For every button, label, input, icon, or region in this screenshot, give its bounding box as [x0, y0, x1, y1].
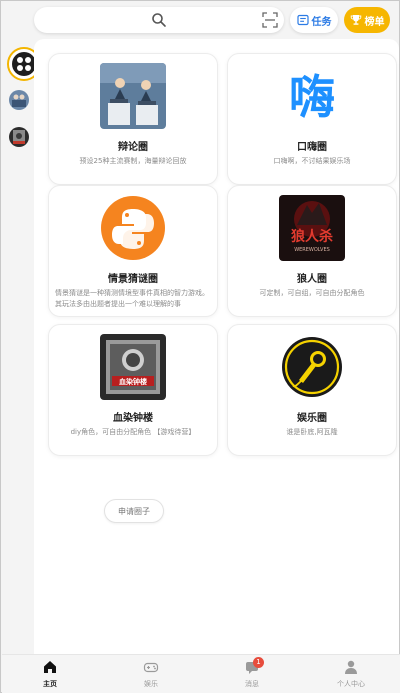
microphone-icon	[279, 334, 345, 400]
nav-label: 个人中心	[337, 680, 365, 688]
rail-thumb-image	[9, 90, 29, 110]
unread-badge: 1	[253, 657, 264, 668]
circle-description: 可定制，可自组，可自由分配角色	[259, 289, 365, 297]
werewolf-logo: 狼人杀 WEREWOLVES	[279, 195, 345, 261]
task-button[interactable]: 任务	[290, 7, 338, 33]
circle-title: 辩论圈	[118, 142, 148, 153]
rail-circle-thumbnail[interactable]	[9, 127, 29, 147]
home-icon	[44, 661, 56, 673]
nav-label: 消息	[245, 680, 259, 688]
circle-title: 口嗨圈	[297, 142, 327, 153]
task-label: 任务	[311, 16, 332, 28]
circle-card[interactable]: 狼人杀 WEREWOLVES 狼人圈 可定制，可自组，可自由分配角色	[227, 185, 397, 317]
werewolf-logo-text: 狼人杀	[291, 228, 333, 245]
circle-card[interactable]: 血染钟楼 血染钟楼 diy角色，可自由分配角色 【游戏待营】	[48, 324, 218, 456]
content-panel: 辩论圈 预设25种主流赛制，海量辩论回放 嗨 口嗨圈 口嗨啊，不讨结果娱乐场 情…	[34, 39, 399, 654]
circle-card[interactable]: 娱乐圈 谁是卧底,阿瓦隆	[227, 324, 397, 456]
nav-messages[interactable]: 1 消息	[222, 657, 282, 691]
circle-description: 谁是卧底,阿瓦隆	[286, 428, 338, 436]
bottom-nav: 主页 娱乐 1 消息 个人中心	[2, 654, 400, 693]
trophy-icon	[350, 15, 361, 25]
circle-title: 情景猜谜圈	[108, 274, 158, 285]
kouhai-logo: 嗨	[279, 63, 345, 129]
python-logo	[100, 195, 166, 261]
circle-description: 情景猜谜是一种猜测情境型事件真相的智力游戏。其玩法多由出题者提出一个难以理解的事	[55, 289, 209, 308]
werewolf-logo-subtext: WEREWOLVES	[294, 247, 330, 253]
rank-button[interactable]: 榜单	[344, 7, 390, 33]
search-bar[interactable]	[34, 7, 284, 33]
task-icon	[296, 14, 309, 26]
circle-description: 口嗨啊，不讨结果娱乐场	[273, 157, 351, 165]
rank-label: 榜单	[364, 16, 385, 28]
user-icon	[345, 660, 357, 674]
nav-label: 娱乐	[144, 680, 158, 688]
rail-circle-thumbnail[interactable]	[9, 90, 29, 110]
gamepad-icon	[143, 662, 159, 673]
nav-label: 主页	[43, 680, 57, 688]
nav-profile[interactable]: 个人中心	[321, 659, 381, 691]
scan-icon[interactable]	[262, 12, 278, 28]
circle-title: 娱乐圈	[297, 413, 327, 424]
circle-card[interactable]: 辩论圈 预设25种主流赛制，海量辩论回放	[48, 53, 218, 185]
circle-card[interactable]: 情景猜谜圈 情景猜谜是一种猜测情境型事件真相的智力游戏。其玩法多由出题者提出一个…	[48, 185, 218, 317]
circle-card[interactable]: 嗨 口嗨圈 口嗨啊，不讨结果娱乐场	[227, 53, 397, 185]
nav-home[interactable]: 主页	[20, 659, 80, 691]
circle-description: 预设25种主流赛制，海量辩论回放	[79, 157, 187, 165]
debate-image	[100, 63, 166, 129]
clocktower-logo-text: 血染钟楼	[119, 377, 147, 386]
apply-circle-button[interactable]: 申请圈子	[104, 499, 164, 523]
rail-thumb-image	[9, 127, 29, 147]
circle-title: 狼人圈	[297, 274, 327, 285]
search-icon	[152, 13, 166, 27]
circle-description: diy角色，可自由分配角色 【游戏待营】	[70, 428, 196, 436]
clocktower-logo: 血染钟楼	[100, 334, 166, 400]
grid-icon	[12, 52, 36, 76]
kouhai-logo-text: 嗨	[289, 70, 335, 124]
app-frame: 任务 榜单 辩论圈 预设25种主流赛制，海量辩论回放 嗨 口嗨圈 口嗨啊，不讨结…	[0, 0, 400, 693]
circle-title: 血染钟楼	[113, 413, 153, 424]
nav-entertainment[interactable]: 娱乐	[121, 659, 181, 691]
